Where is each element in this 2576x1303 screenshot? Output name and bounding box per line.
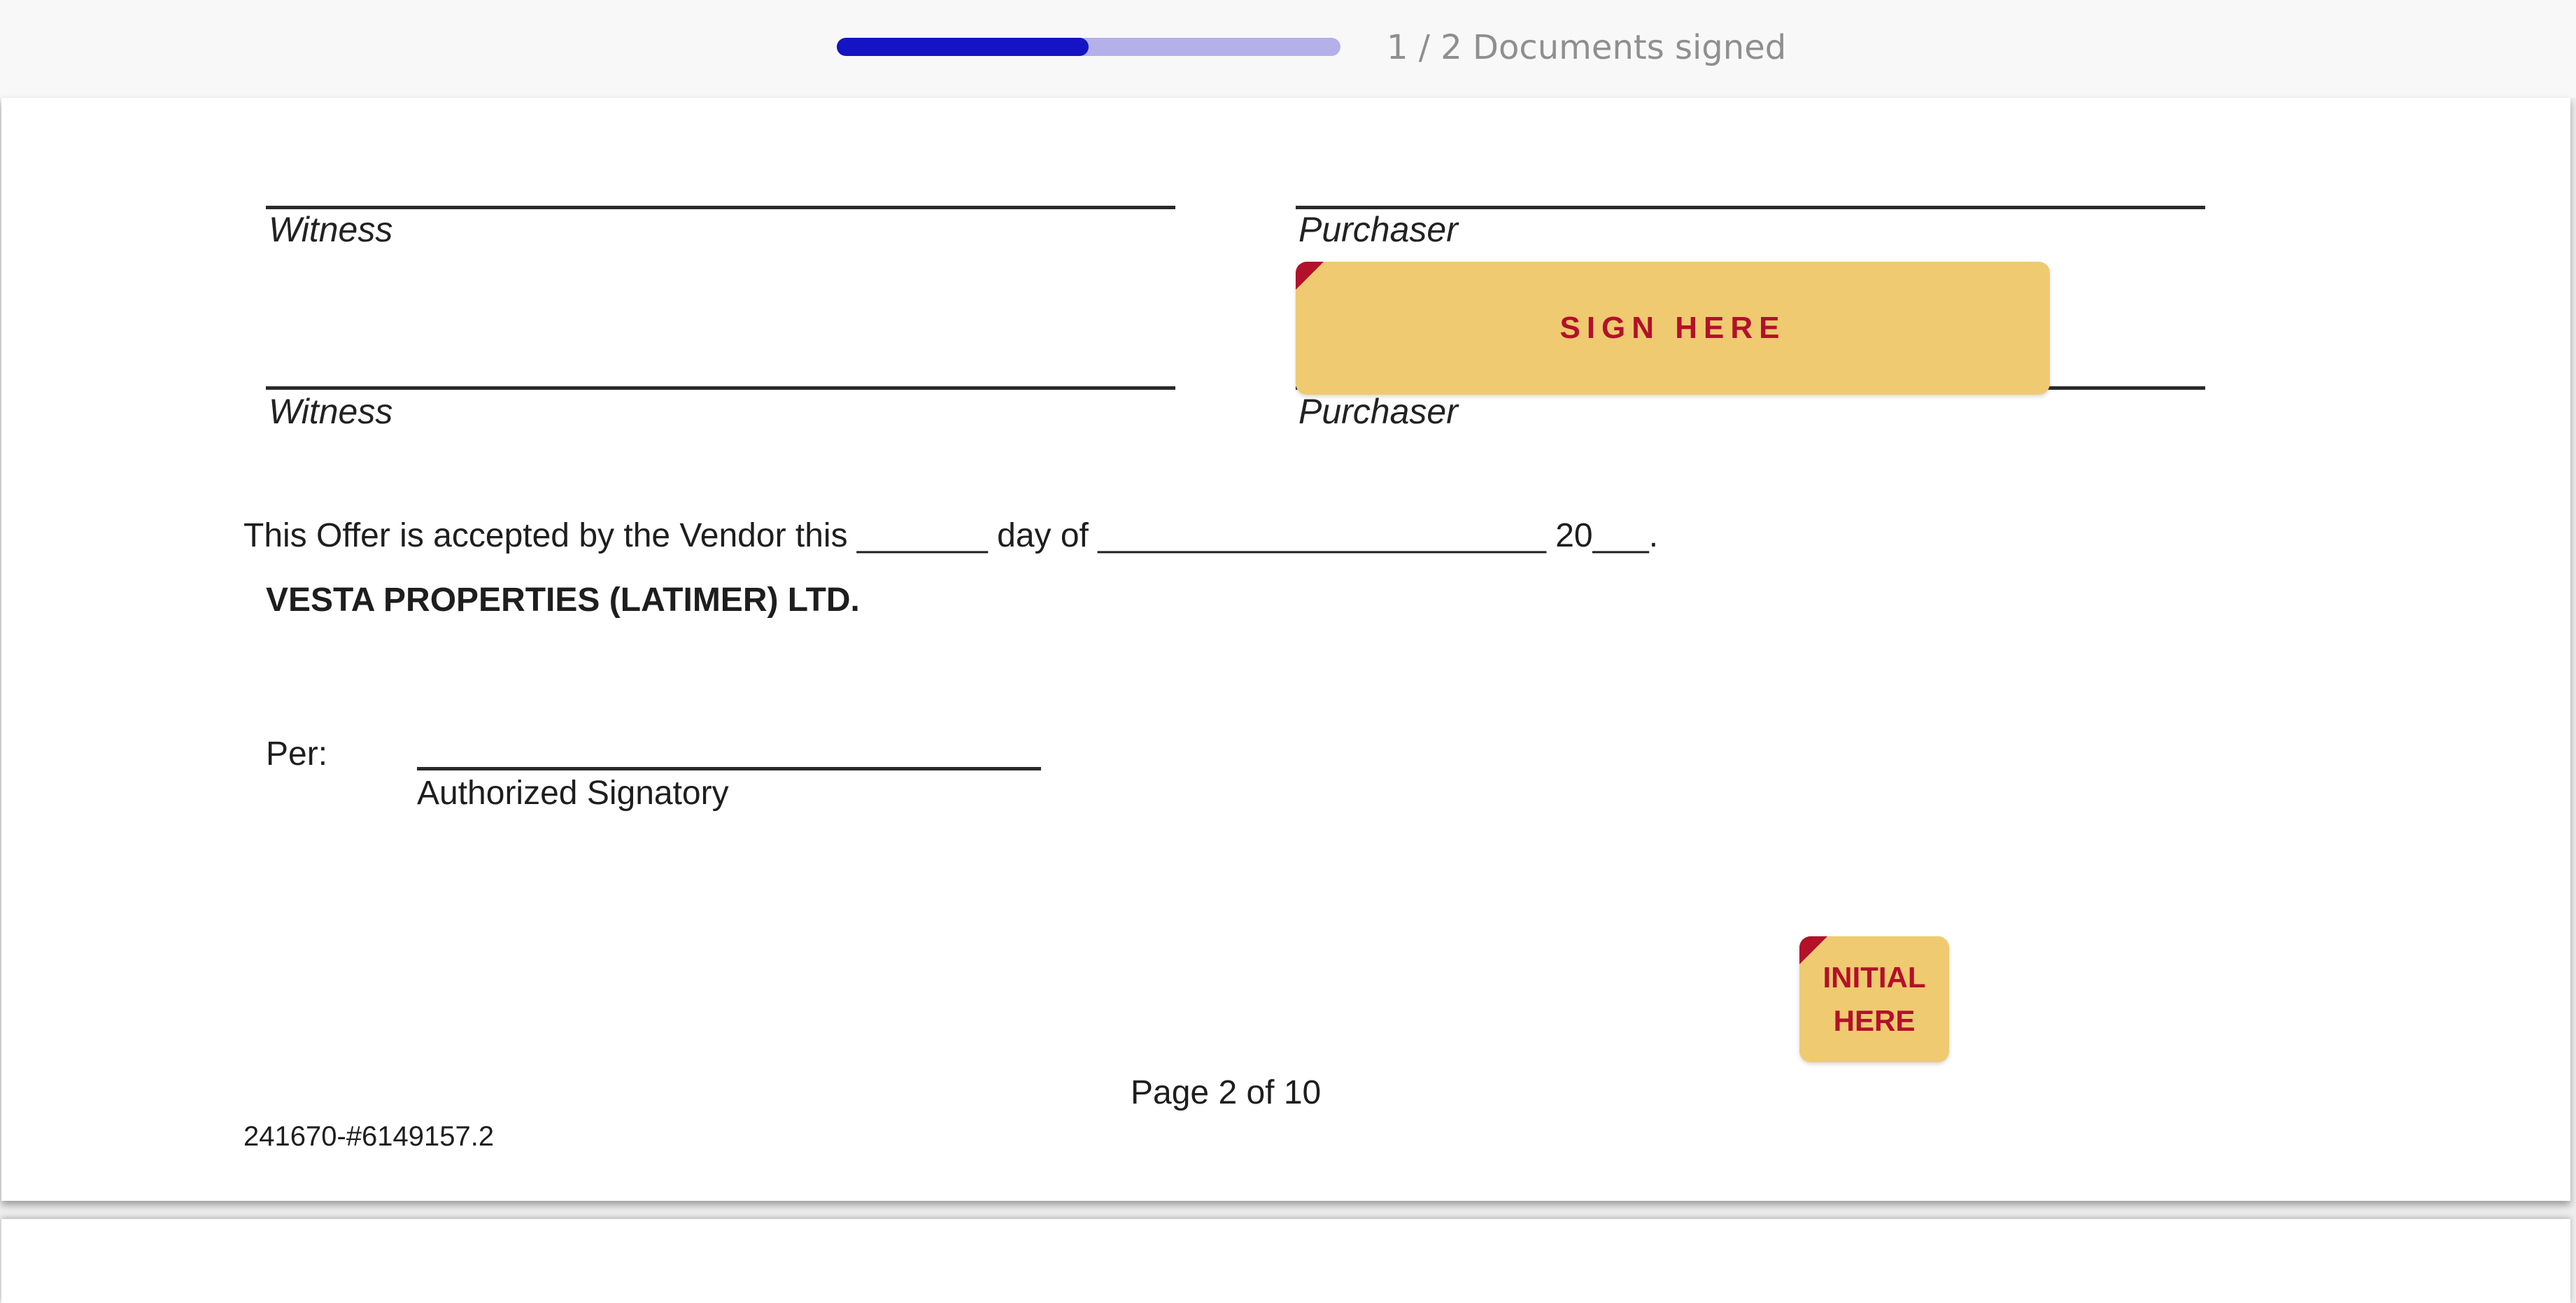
witness-signature-line-1 [266,206,1175,209]
sign-here-label: SIGN HERE [1559,311,1786,345]
document-page: Witness Purchaser Witness Purchaser This… [1,98,2570,1201]
required-corner-marker [1296,262,1324,290]
authorized-signatory-label: Authorized Signatory [417,775,729,812]
authorized-signatory-line [417,767,1041,770]
sign-here-button[interactable]: SIGN HERE [1296,262,2050,395]
page-number: Page 2 of 10 [1131,1074,1322,1111]
next-document-page [1,1219,2570,1303]
witness-label-2: Witness [269,392,393,431]
acceptance-clause: This Offer is accepted by the Vendor thi… [243,517,1659,554]
progress-bar-fill [837,38,1089,56]
initial-here-label: INITIAL HERE [1808,956,1941,1043]
witness-label-1: Witness [269,210,393,249]
purchaser-label-2: Purchaser [1298,392,1458,431]
progress-header: 1 / 2 Documents signed [0,0,2576,98]
initial-here-button[interactable]: INITIAL HERE [1799,936,1949,1062]
required-corner-marker [1799,936,1827,964]
document-id: 241670-#6149157.2 [243,1121,495,1152]
purchaser-label-1: Purchaser [1298,210,1458,249]
per-label: Per: [266,735,328,773]
vendor-name: VESTA PROPERTIES (LATIMER) LTD. [266,582,860,619]
witness-signature-line-2 [266,386,1175,390]
initial-here-line-1: INITIAL [1823,961,1926,994]
progress-label: 1 / 2 Documents signed [1387,28,1787,67]
initial-here-line-2: HERE [1833,1004,1916,1037]
progress-bar [837,38,1340,56]
